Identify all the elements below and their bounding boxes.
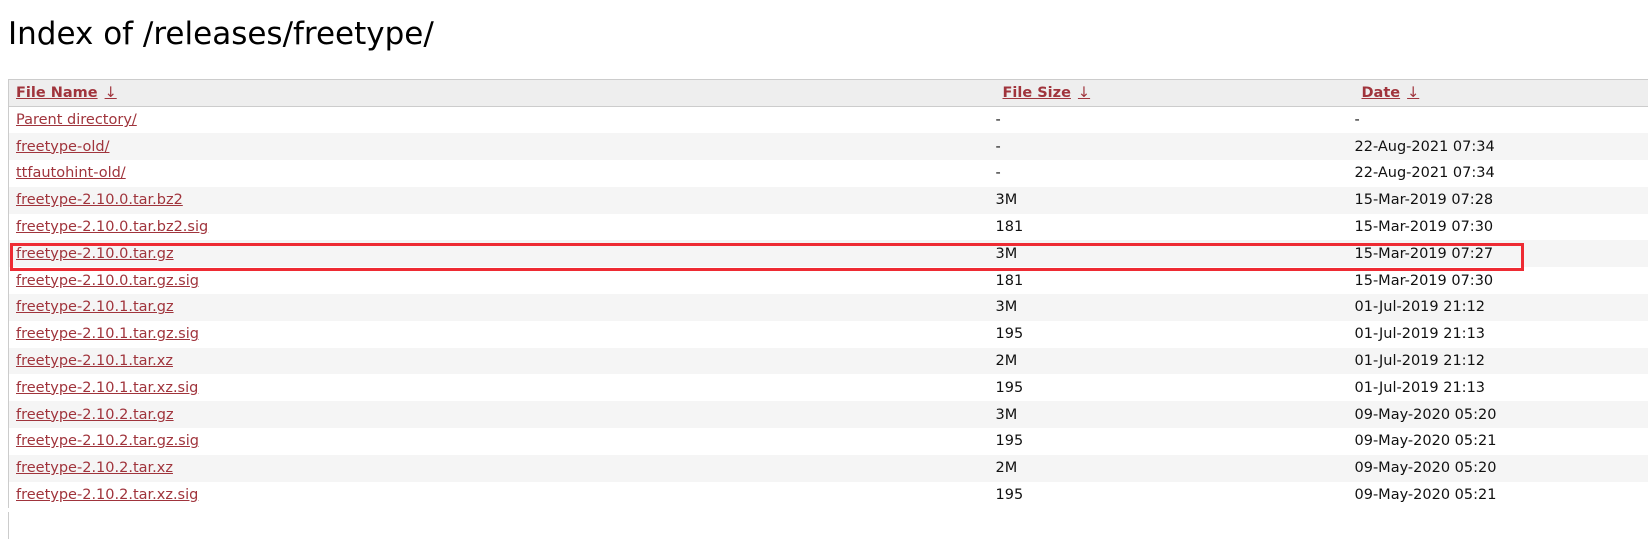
file-link[interactable]: freetype-2.10.0.tar.gz.sig xyxy=(16,273,199,289)
file-size: 195 xyxy=(995,326,1024,343)
file-link[interactable]: freetype-2.10.2.tar.xz xyxy=(16,460,173,476)
file-size: 181 xyxy=(995,219,1024,236)
table-row: freetype-2.10.1.tar.gz 3M 01-Jul-2019 21:1… xyxy=(8,294,1648,321)
directory-listing-page: Index of /releases/freetype/ File Name ↓ … xyxy=(0,0,1648,539)
file-date: 01-Jul-2019 21:13 xyxy=(1354,379,1486,396)
file-size: - xyxy=(995,165,1001,182)
file-link[interactable]: freetype-2.10.2.tar.gz xyxy=(16,407,174,423)
file-date: 15-Mar-2019 07:30 xyxy=(1354,272,1494,289)
file-link[interactable]: ttfautohint-old/ xyxy=(16,165,126,181)
file-link[interactable]: freetype-2.10.0.tar.gz xyxy=(16,246,174,262)
file-listing-table: File Name ↓ File Size ↓ Date ↓ Parent direc… xyxy=(8,79,1648,509)
file-date: 01-Jul-2019 21:13 xyxy=(1354,326,1486,343)
file-date: 22-Aug-2021 07:34 xyxy=(1354,165,1495,182)
table-row-highlighted: freetype-2.10.0.tar.gz 3M 15-Mar-2019 07:2… xyxy=(8,240,1648,268)
table-row: freetype-2.10.2.tar.gz.sig 195 09-May-2020… xyxy=(9,428,1648,455)
file-date: 09-May-2020 05:21 xyxy=(1354,433,1497,450)
column-header-date: Date ↓ xyxy=(1354,79,1648,107)
file-size: - xyxy=(995,138,1001,155)
sort-arrow-icon[interactable]: ↓ xyxy=(105,85,117,101)
sort-by-date-link[interactable]: Date xyxy=(1362,85,1401,101)
file-link[interactable]: freetype-2.10.2.tar.xz.sig xyxy=(16,487,198,503)
file-link[interactable]: freetype-2.10.1.tar.gz.sig xyxy=(16,326,199,342)
file-size: 195 xyxy=(995,379,1024,396)
file-size: 3M xyxy=(995,406,1018,423)
table-continuation-edge xyxy=(8,512,1648,539)
file-date: 15-Mar-2019 07:27 xyxy=(1354,245,1494,262)
file-size: 195 xyxy=(995,487,1024,504)
table-row: freetype-2.10.1.tar.gz.sig 195 01-Jul-2019… xyxy=(9,321,1648,348)
table-row: freetype-2.10.2.tar.xz 2M 09-May-2020 05:2… xyxy=(8,454,1648,482)
table-row: freetype-2.10.0.tar.bz2 3M 15-Mar-2019 07:… xyxy=(8,186,1648,214)
date-header-label: Date xyxy=(1361,85,1401,101)
file-date: 01-Jul-2019 21:12 xyxy=(1354,299,1486,316)
column-header-size: File Size ↓ xyxy=(995,79,1355,107)
file-size: - xyxy=(995,112,1001,129)
table-row: ttfautohint-old/ - 22-Aug-2021 07:34 xyxy=(9,160,1648,187)
file-size: 2M xyxy=(995,353,1018,370)
file-size: 3M xyxy=(995,192,1018,209)
file-date: 09-May-2020 05:20 xyxy=(1354,406,1497,423)
table-row: freetype-2.10.0.tar.bz2.sig 181 15-Mar-201… xyxy=(9,214,1648,241)
file-link[interactable]: freetype-2.10.1.tar.xz xyxy=(16,353,173,369)
file-name-header-label: File Name xyxy=(16,85,98,101)
file-link[interactable]: Parent directory/ xyxy=(16,112,137,128)
column-header-name: File Name ↓ xyxy=(8,79,996,107)
table-row: freetype-2.10.2.tar.gz 3M 09-May-2020 05:2… xyxy=(8,401,1648,429)
file-date: 09-May-2020 05:21 xyxy=(1354,487,1497,504)
file-size: 3M xyxy=(995,245,1018,262)
file-date: 22-Aug-2021 07:34 xyxy=(1354,138,1495,155)
file-date: 01-Jul-2019 21:12 xyxy=(1354,353,1486,370)
file-date: - xyxy=(1354,112,1360,129)
file-link[interactable]: freetype-2.10.0.tar.bz2 xyxy=(16,192,183,208)
file-link[interactable]: freetype-2.10.1.tar.gz xyxy=(16,299,174,315)
file-date: 09-May-2020 05:20 xyxy=(1354,460,1497,477)
table-row: freetype-2.10.1.tar.xz.sig 195 01-Jul-2019… xyxy=(9,374,1648,401)
table-row: freetype-old/ - 22-Aug-2021 07:34 xyxy=(8,133,1648,161)
table-row: Parent directory/ - - xyxy=(9,107,1648,134)
sort-arrow-icon[interactable]: ↓ xyxy=(1078,85,1090,101)
sort-by-size-link[interactable]: File Size xyxy=(1003,85,1071,101)
file-date: 15-Mar-2019 07:28 xyxy=(1354,192,1494,209)
file-date: 15-Mar-2019 07:30 xyxy=(1354,219,1494,236)
file-size: 195 xyxy=(995,433,1024,450)
file-link[interactable]: freetype-2.10.0.tar.bz2.sig xyxy=(16,219,208,235)
table-row: freetype-2.10.0.tar.gz.sig 181 15-Mar-2019… xyxy=(9,267,1648,294)
table-row: freetype-2.10.1.tar.xz 2M 01-Jul-2019 21:1… xyxy=(8,347,1648,375)
sort-arrow-icon[interactable]: ↓ xyxy=(1407,85,1419,101)
file-size: 3M xyxy=(995,299,1018,316)
sort-by-name-link[interactable]: File Name xyxy=(16,85,98,101)
page-title: Index of /releases/freetype/ xyxy=(8,16,434,52)
file-link[interactable]: freetype-2.10.1.tar.xz.sig xyxy=(16,380,198,396)
file-size: 181 xyxy=(995,272,1024,289)
file-link[interactable]: freetype-old/ xyxy=(16,139,109,155)
file-size-header-label: File Size xyxy=(1002,85,1071,101)
table-row: freetype-2.10.2.tar.xz.sig 195 09-May-2020… xyxy=(9,482,1648,509)
file-size: 2M xyxy=(995,460,1018,477)
file-link[interactable]: freetype-2.10.2.tar.gz.sig xyxy=(16,433,199,449)
table-header-row: File Name ↓ File Size ↓ Date ↓ xyxy=(8,79,1648,107)
